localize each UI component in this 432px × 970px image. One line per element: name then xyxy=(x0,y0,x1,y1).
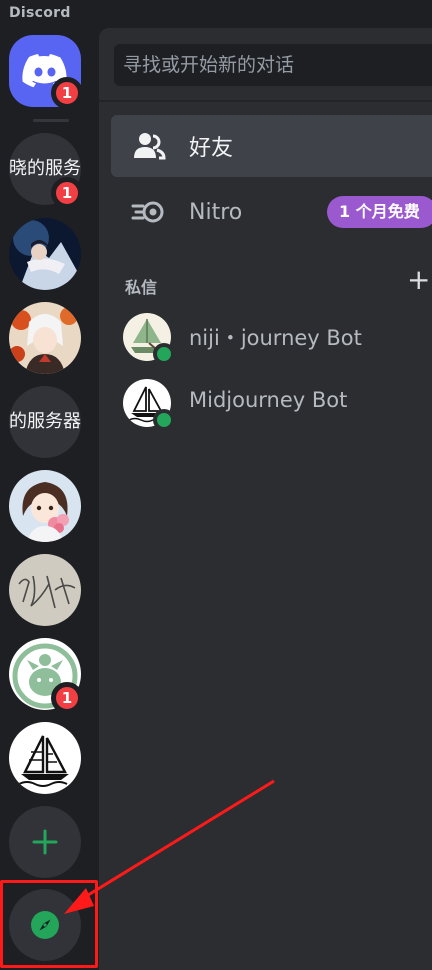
dm-section-header: 私信 xyxy=(125,278,158,297)
nitro-promo-badge: 1 个月免费 xyxy=(327,196,432,228)
add-server-button[interactable] xyxy=(9,806,81,878)
server-chibi-girl[interactable] xyxy=(9,470,81,542)
anime-art-server-icon xyxy=(9,218,81,290)
server-sailboat[interactable] xyxy=(9,722,81,794)
chibi-girl-server-icon xyxy=(9,470,81,542)
dm-name: niji・journey Bot xyxy=(189,326,362,350)
home-unread-badge: 1 xyxy=(51,77,83,109)
app-brand: Discord xyxy=(9,5,71,21)
server-handwriting[interactable] xyxy=(9,554,81,626)
compass-icon xyxy=(31,911,59,939)
online-status-icon xyxy=(153,409,175,431)
plus-icon xyxy=(32,829,58,855)
dm-panel: 寻找或开始新的对话 好友 Nitro 1 个月免费 私信 + niji・jour… xyxy=(99,28,432,970)
server-anime-girl[interactable] xyxy=(9,302,81,374)
rail-divider xyxy=(33,119,69,122)
anime-girl-server-icon xyxy=(9,302,81,374)
sailboat-server-icon xyxy=(9,722,81,794)
server-label: 的服务器 xyxy=(9,411,81,432)
dm-item-midjourney[interactable]: Midjourney Bot xyxy=(111,372,432,434)
nav-friends[interactable]: 好友 xyxy=(111,115,432,177)
server-green-mascot[interactable]: 1 xyxy=(9,638,83,714)
server-anime-art[interactable] xyxy=(9,218,81,290)
online-status-icon xyxy=(153,343,175,365)
nav-friends-label: 好友 xyxy=(189,136,234,161)
handwriting-server-icon xyxy=(9,554,81,626)
server-rail: Discord 1 晓的服务 1 的服务器 1 xyxy=(0,0,99,970)
server-text-1[interactable]: 晓的服务 1 xyxy=(9,133,83,209)
search-input[interactable]: 寻找或开始新的对话 xyxy=(114,44,432,86)
explore-servers-button[interactable] xyxy=(9,889,81,961)
nitro-icon xyxy=(131,201,164,223)
dm-name: Midjourney Bot xyxy=(189,388,348,412)
server-unread-badge: 1 xyxy=(51,177,83,209)
home-button[interactable]: 1 xyxy=(9,35,83,109)
nav-nitro-label: Nitro xyxy=(189,199,243,225)
header-divider xyxy=(99,100,432,102)
create-dm-button[interactable]: + xyxy=(407,266,430,294)
server-text-2[interactable]: 的服务器 xyxy=(9,386,81,458)
discord-app: Discord 1 晓的服务 1 的服务器 1 寻找或开始新的对话 好友 Nit… xyxy=(0,0,432,970)
friends-icon xyxy=(134,133,166,160)
server-unread-badge: 1 xyxy=(51,682,83,714)
dm-item-niji[interactable]: niji・journey Bot xyxy=(111,306,432,368)
